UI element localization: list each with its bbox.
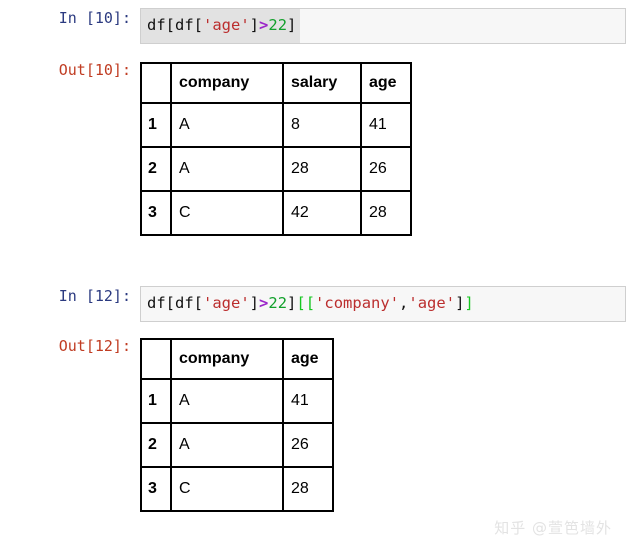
table-row-index: 3 [140,466,172,512]
code-token-plain-8: , [399,294,409,312]
code-token-str-7: 'company' [315,294,400,312]
table-row-index: 2 [140,422,172,468]
table-cell-company: C [170,190,284,236]
table-column-header-company: company [170,338,284,380]
code-token-str-1: 'age' [203,294,250,312]
output-cell-out-10: Out[10]: company salary age 1 A 8 41 2 A 28 26 3 C 42… [0,60,626,236]
code-token-num-4: 22 [268,294,288,312]
table-cell-salary: 28 [282,146,362,192]
code-token-plain-0: df[df[ [147,16,203,34]
table-cell-age: 41 [360,102,412,148]
table-row-index: 1 [140,378,172,424]
code-token-plain-2: ] [249,294,260,312]
table-cell-company: A [170,102,284,148]
prompt-in-10: In [10]: [58,9,131,27]
table-cell-age: 28 [360,190,412,236]
table-cell-company: A [170,422,284,468]
code-token-brk-6: [[ [296,294,316,312]
prompt-in-12: In [12]: [58,287,131,305]
table-cell-company: C [170,466,284,512]
table-column-header-company: company [170,62,284,104]
code-token-plain-5: ] [287,16,297,34]
dataframe-table-12: company age 1 A 41 2 A 26 3 C 28 [140,338,334,512]
table-index-header [140,338,172,380]
code-input-10[interactable]: df[df['age']>22] [140,8,626,44]
table-header-row: company age [140,338,334,380]
table-cell-age: 26 [282,422,334,468]
code-token-brk-11: ] [464,294,474,312]
code-token-plain-0: df[df[ [147,294,203,312]
code-cell-in-12: In [12]: df[df['age']>22][['company','ag… [0,286,626,322]
table-header-row: company salary age [140,62,412,104]
table-column-header-salary: salary [282,62,362,104]
code-token-op-3: > [259,16,269,34]
table-index-header [140,62,172,104]
table-row-index: 3 [140,190,172,236]
table-row: 2 A 28 26 [140,146,412,192]
code-text-10[interactable]: df[df['age']>22] [141,9,301,43]
output-area-12: company age 1 A 41 2 A 26 3 C 28 [140,336,626,512]
table-row: 1 A 8 41 [140,102,412,148]
table-cell-salary: 8 [282,102,362,148]
code-token-str-1: 'age' [203,16,250,34]
code-cell-in-10: In [10]: df[df['age']>22] [0,8,626,44]
table-row: 3 C 42 28 [140,190,412,236]
table-cell-company: A [170,146,284,192]
table-cell-age: 28 [282,466,334,512]
code-token-num-4: 22 [268,16,288,34]
table-cell-age: 41 [282,378,334,424]
table-column-header-age: age [282,338,334,380]
table-cell-age: 26 [360,146,412,192]
code-token-plain-5: ] [287,294,297,312]
table-row-index: 2 [140,146,172,192]
code-text-12[interactable]: df[df['age']>22][['company','age']] [141,287,478,321]
table-row-index: 1 [140,102,172,148]
code-token-plain-10: ] [455,294,465,312]
site-watermark: 知乎 @萱笆墙外 [494,519,612,537]
output-area-10: company salary age 1 A 8 41 2 A 28 26 3 C 42 28 [140,60,626,236]
prompt-out-10: Out[10]: [58,61,131,79]
table-row: 3 C 28 [140,466,334,512]
table-cell-company: A [170,378,284,424]
table-row: 1 A 41 [140,378,334,424]
table-column-header-age: age [360,62,412,104]
output-cell-out-12: Out[12]: company age 1 A 41 2 A 26 3 C 28 [0,336,626,512]
prompt-out-12: Out[12]: [58,337,131,355]
code-input-12[interactable]: df[df['age']>22][['company','age']] [140,286,626,322]
dataframe-table-10: company salary age 1 A 8 41 2 A 28 26 3 C 42 28 [140,62,412,236]
table-row: 2 A 26 [140,422,334,468]
code-token-str-9: 'age' [408,294,456,312]
jupyter-notebook: In [10]: df[df['age']>22] Out[10]: compa… [0,0,626,547]
code-token-plain-2: ] [249,16,260,34]
table-cell-salary: 42 [282,190,362,236]
code-token-op-3: > [259,294,269,312]
